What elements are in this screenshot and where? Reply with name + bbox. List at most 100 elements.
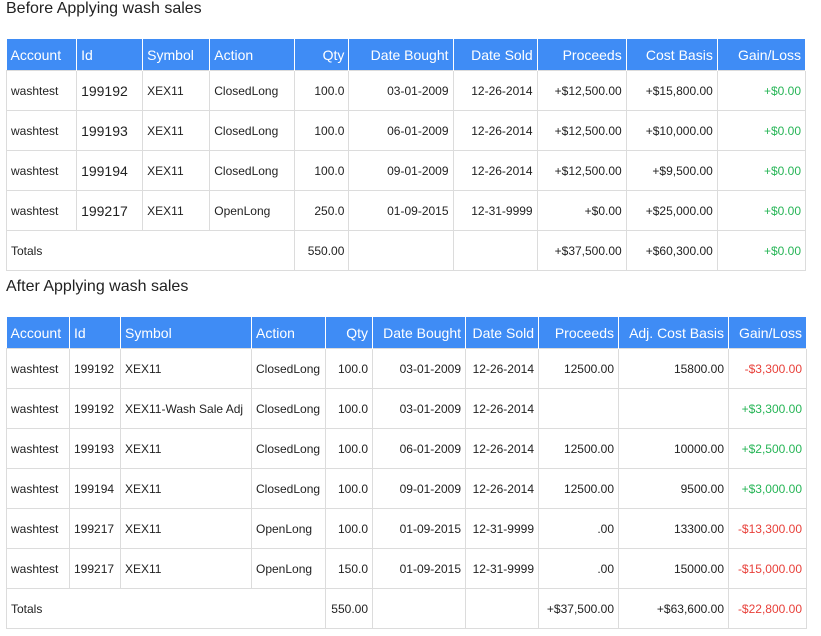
table-row: washtest 199193 XEX11 ClosedLong 100.0 0…	[5, 110, 807, 151]
adj-cost-basis-cell: 15000.00	[618, 548, 729, 589]
cost-basis-cell: +$9,500.00	[625, 150, 718, 191]
col-header-qty[interactable]: Qty	[325, 317, 373, 349]
gain-loss-cell: +$2,500.00	[728, 428, 807, 469]
date-sold-cell: 12-26-2014	[465, 348, 539, 389]
date-bought-cell: 01-09-2015	[348, 190, 454, 231]
after-header-row: Account Id Symbol Action Qty Date Bought…	[6, 317, 807, 349]
date-sold-cell: 12-26-2014	[452, 110, 538, 151]
col-header-adj-cost-basis[interactable]: Adj. Cost Basis	[618, 317, 729, 349]
col-header-id[interactable]: Id	[69, 317, 121, 349]
proceeds-cell: 12500.00	[538, 428, 619, 469]
col-header-id[interactable]: Id	[76, 39, 144, 71]
id-cell: 199217	[69, 508, 121, 549]
gain-loss-cell: +$0.00	[716, 110, 807, 151]
table-row: washtest 199192 XEX11 ClosedLong 100.0 0…	[5, 70, 807, 111]
symbol-cell: XEX11	[142, 150, 211, 191]
action-cell: ClosedLong	[251, 468, 326, 509]
symbol-cell: XEX11	[120, 548, 252, 589]
qty-cell: 150.0	[325, 548, 373, 589]
empty-cell	[465, 588, 539, 629]
col-header-proceeds[interactable]: Proceeds	[538, 317, 619, 349]
cost-basis-cell: +$15,800.00	[625, 70, 718, 111]
qty-cell: 100.0	[325, 508, 373, 549]
proceeds-cell: 12500.00	[538, 348, 619, 389]
action-cell: ClosedLong	[209, 70, 296, 111]
symbol-cell: XEX11	[142, 110, 211, 151]
action-cell: ClosedLong	[209, 110, 296, 151]
account-cell: washtest	[6, 548, 70, 589]
col-header-date-bought[interactable]: Date Bought	[348, 39, 454, 71]
account-cell: washtest	[6, 388, 70, 429]
account-cell: washtest	[6, 508, 70, 549]
qty-cell: 100.0	[294, 70, 350, 111]
gain-loss-cell: -$3,300.00	[728, 348, 807, 389]
id-cell: 199193	[69, 428, 121, 469]
col-header-symbol[interactable]: Symbol	[120, 317, 252, 349]
cost-basis-cell: +$25,000.00	[625, 190, 718, 231]
col-header-qty[interactable]: Qty	[294, 39, 350, 71]
col-header-date-bought[interactable]: Date Bought	[372, 317, 466, 349]
col-header-date-sold[interactable]: Date Sold	[453, 39, 538, 71]
qty-cell: 100.0	[294, 110, 350, 151]
symbol-cell: XEX11	[120, 348, 252, 389]
col-header-cost-basis[interactable]: Cost Basis	[626, 39, 718, 71]
adj-cost-basis-cell: 13300.00	[618, 508, 729, 549]
account-cell: washtest	[5, 150, 78, 191]
qty-cell: 250.0	[294, 190, 350, 231]
symbol-cell: XEX11	[142, 70, 211, 111]
col-header-gain-loss[interactable]: Gain/Loss	[717, 39, 807, 71]
id-cell: 199193	[76, 110, 144, 151]
proceeds-cell: +$12,500.00	[536, 110, 627, 151]
proceeds-cell: .00	[538, 548, 619, 589]
totals-adj-cost-basis: +$63,600.00	[618, 588, 729, 629]
table-row: washtest 199217 XEX11 OpenLong 150.0 01-…	[6, 548, 807, 589]
col-header-account[interactable]: Account	[6, 39, 78, 71]
date-bought-cell: 03-01-2009	[372, 348, 466, 389]
date-sold-cell: 12-31-9999	[465, 548, 539, 589]
col-header-account[interactable]: Account	[6, 317, 70, 349]
date-bought-cell: 09-01-2009	[372, 468, 466, 509]
account-cell: washtest	[5, 70, 78, 111]
id-cell: 199194	[69, 468, 121, 509]
action-cell: ClosedLong	[251, 388, 326, 429]
date-sold-cell: 12-26-2014	[465, 468, 539, 509]
gain-loss-cell: +$3,300.00	[728, 388, 807, 429]
col-header-proceeds[interactable]: Proceeds	[537, 39, 627, 71]
empty-cell	[452, 230, 538, 271]
action-cell: ClosedLong	[209, 150, 296, 191]
symbol-cell: XEX11	[120, 428, 252, 469]
symbol-cell: XEX11	[120, 468, 252, 509]
action-cell: OpenLong	[209, 190, 296, 231]
totals-row: Totals 550.00 +$37,500.00 +$63,600.00 -$…	[6, 588, 807, 629]
date-bought-cell: 01-09-2015	[372, 508, 466, 549]
cost-basis-cell: +$10,000.00	[625, 110, 718, 151]
table-row: washtest 199217 XEX11 OpenLong 100.0 01-…	[6, 508, 807, 549]
id-cell: 199217	[76, 190, 144, 231]
account-cell: washtest	[5, 110, 78, 151]
qty-cell: 100.0	[325, 348, 373, 389]
id-cell: 199194	[76, 150, 144, 191]
date-sold-cell: 12-31-9999	[465, 508, 539, 549]
before-section-title: Before Applying wash sales	[6, 0, 202, 17]
qty-cell: 100.0	[325, 428, 373, 469]
symbol-cell: XEX11	[142, 190, 211, 231]
action-cell: OpenLong	[251, 548, 326, 589]
col-header-action[interactable]: Action	[209, 39, 296, 71]
symbol-cell: XEX11-Wash Sale Adj	[120, 388, 252, 429]
table-row: washtest 199193 XEX11 ClosedLong 100.0 0…	[6, 428, 807, 469]
col-header-action[interactable]: Action	[251, 317, 326, 349]
id-cell: 199192	[69, 348, 121, 389]
totals-proceeds: +$37,500.00	[536, 230, 627, 271]
adj-cost-basis-cell: 10000.00	[618, 428, 729, 469]
account-cell: washtest	[6, 468, 70, 509]
qty-cell: 100.0	[325, 388, 373, 429]
account-cell: washtest	[6, 348, 70, 389]
date-bought-cell: 09-01-2009	[348, 150, 454, 191]
table-row: washtest 199194 XEX11 ClosedLong 100.0 0…	[6, 468, 807, 509]
date-sold-cell: 12-26-2014	[452, 70, 538, 111]
col-header-symbol[interactable]: Symbol	[142, 39, 211, 71]
col-header-date-sold[interactable]: Date Sold	[465, 317, 539, 349]
col-header-gain-loss[interactable]: Gain/Loss	[728, 317, 807, 349]
date-bought-cell: 06-01-2009	[372, 428, 466, 469]
date-sold-cell: 12-26-2014	[465, 428, 539, 469]
